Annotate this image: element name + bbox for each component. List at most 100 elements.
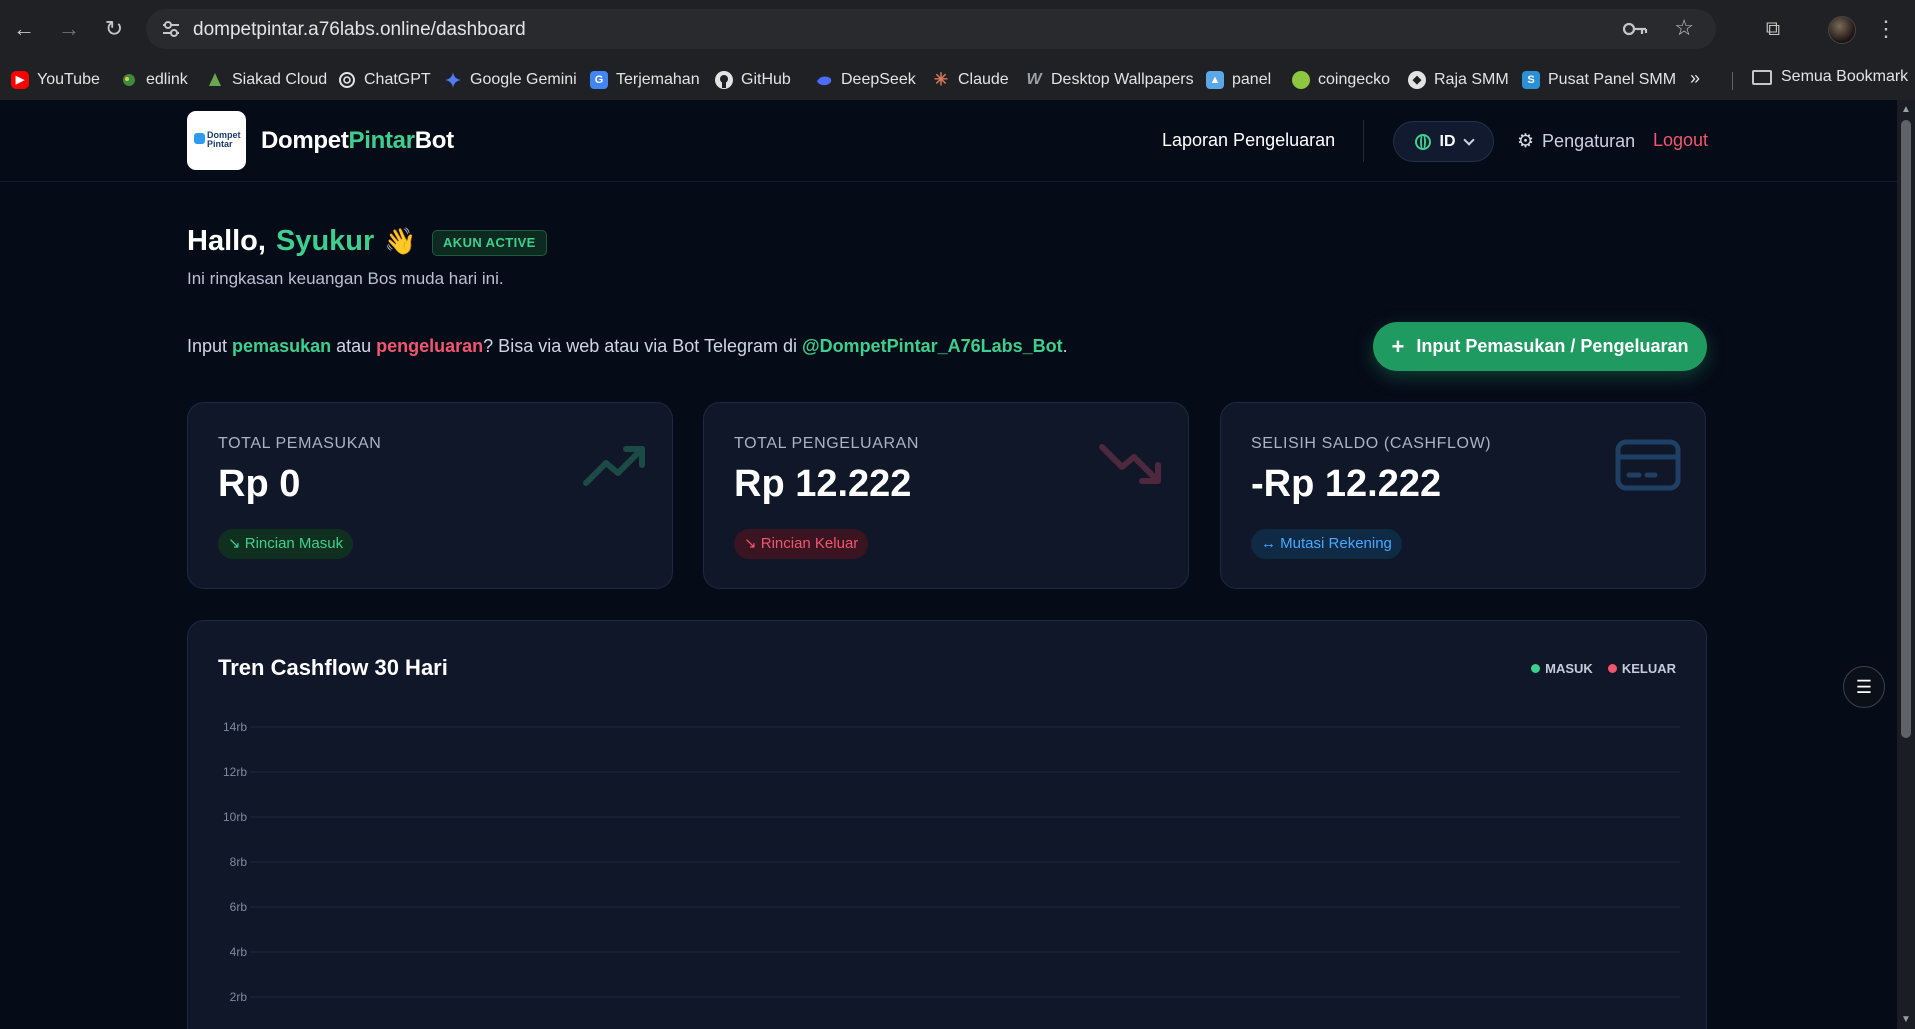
browser-menu-icon[interactable]: ⋮ bbox=[1874, 14, 1898, 44]
brand-part-3: Bot bbox=[414, 127, 454, 154]
legend-label-keluar: KELUAR bbox=[1621, 661, 1676, 676]
y-tick-label: 6rb bbox=[230, 900, 248, 914]
profile-avatar[interactable] bbox=[1828, 16, 1856, 44]
y-tick-label: 2rb bbox=[230, 990, 248, 1004]
rincian-masuk-button[interactable]: ↘ Rincian Masuk bbox=[218, 529, 354, 559]
address-url[interactable]: dompetpintar.a76labs.online/dashboard bbox=[193, 19, 526, 41]
brand-part-1: Dompet bbox=[261, 127, 349, 154]
input-hint-text: Input pemasukan atau pengeluaran? Bisa v… bbox=[187, 336, 1068, 357]
translate-icon: G bbox=[590, 71, 608, 89]
scroll-up-arrow-icon[interactable]: ▲ bbox=[1901, 104, 1911, 115]
bookmark-star-icon[interactable]: ☆ bbox=[1674, 15, 1694, 41]
y-tick-label: 14rb bbox=[223, 720, 247, 734]
input-button-label: Input Pemasukan / Pengeluaran bbox=[1416, 336, 1689, 356]
logo-text: Dompet Pintar bbox=[207, 131, 241, 149]
rincian-keluar-button[interactable]: ↘ Rincian Keluar bbox=[734, 529, 869, 559]
hint-expense: pengeluaran bbox=[376, 336, 484, 356]
mutasi-rekening-button[interactable]: ↔ Mutasi Rekening bbox=[1251, 529, 1402, 559]
credit-card-icon bbox=[1615, 439, 1681, 491]
bookmark-desktop-wallpapers[interactable]: W Desktop Wallpapers bbox=[1025, 68, 1193, 92]
bookmark-label: Google Gemini bbox=[470, 71, 577, 88]
bookmark-youtube[interactable]: ▶ YouTube bbox=[11, 68, 100, 92]
dashboard-page: Dompet Pintar DompetPintarBot Laporan Pe… bbox=[0, 100, 1897, 1029]
gemini-sparkle-icon bbox=[444, 71, 462, 89]
legend-dot-keluar bbox=[1607, 664, 1617, 673]
bookmark-chatgpt[interactable]: ChatGPT bbox=[338, 68, 431, 92]
bookmark-github[interactable]: GitHub bbox=[715, 68, 791, 92]
card-label: TOTAL PEMASUKAN bbox=[218, 435, 382, 452]
bookmark-google-gemini[interactable]: Google Gemini bbox=[444, 68, 577, 92]
language-selector[interactable]: ID bbox=[1393, 121, 1494, 162]
waving-hand-icon: 👋 bbox=[384, 226, 417, 256]
card-selisih-saldo: SELISIH SALDO (CASHFLOW) -Rp 12.222 ↔ Mu… bbox=[1220, 402, 1706, 589]
bookmark-siakad-cloud[interactable]: Siakad Cloud bbox=[206, 68, 327, 92]
telegram-bot-link[interactable]: @DompetPintar_A76Labs_Bot bbox=[802, 336, 1063, 356]
logo-line-2: Pintar bbox=[207, 139, 233, 149]
bookmark-label: YouTube bbox=[37, 71, 100, 88]
card-label: TOTAL PENGELUARAN bbox=[734, 435, 920, 452]
filter-list-icon[interactable]: ☰ bbox=[1843, 666, 1885, 708]
legend-dot-masuk bbox=[1531, 664, 1541, 673]
address-bar[interactable]: dompetpintar.a76labs.online/dashboard ☆ bbox=[146, 9, 1716, 49]
plus-icon: + bbox=[1391, 333, 1405, 359]
greeting-user-name: Syukur bbox=[275, 225, 375, 257]
bookmark-label: Pusat Panel SMM bbox=[1548, 71, 1677, 88]
chart-title: Tren Cashflow 30 Hari bbox=[218, 655, 448, 680]
forward-arrow-icon[interactable]: → bbox=[52, 12, 86, 46]
bookmark-deepseek[interactable]: DeepSeek bbox=[815, 68, 916, 92]
app-logo[interactable]: Dompet Pintar bbox=[187, 111, 246, 170]
panel-icon: ▲ bbox=[1206, 71, 1224, 89]
card-total-pemasukan: TOTAL PEMASUKAN Rp 0 ↘ Rincian Masuk bbox=[187, 402, 673, 589]
y-tick-label: 4rb bbox=[230, 945, 248, 959]
claude-asterisk-icon: ✳ bbox=[933, 70, 949, 89]
bookmark-panel[interactable]: ▲ panel bbox=[1206, 68, 1271, 92]
card-total-pengeluaran: TOTAL PENGELUARAN Rp 12.222 ↘ Rincian Ke… bbox=[703, 402, 1189, 589]
legend-item-masuk[interactable]: MASUK bbox=[1531, 661, 1593, 676]
bookmark-terjemahan[interactable]: G Terjemahan bbox=[590, 68, 700, 92]
cashflow-chart: 14rb 12rb 10rb 8rb 6rb 4rb 2rb bbox=[223, 720, 1680, 1004]
scrollbar-thumb[interactable] bbox=[1901, 120, 1911, 738]
bookmark-raja-smm[interactable]: ◆ Raja SMM bbox=[1408, 68, 1509, 92]
more-bookmarks-icon[interactable]: » bbox=[1690, 68, 1700, 89]
bookmark-label: Terjemahan bbox=[616, 71, 700, 88]
greeting-title: Hallo, Syukur 👋 bbox=[187, 225, 417, 258]
logout-link[interactable]: Logout bbox=[1653, 130, 1708, 151]
gear-icon: ⚙ bbox=[1517, 131, 1535, 152]
bookmark-label: coingecko bbox=[1318, 71, 1391, 88]
card-label: SELISIH SALDO (CASHFLOW) bbox=[1251, 435, 1492, 452]
language-code: ID bbox=[1439, 132, 1456, 150]
page-scrollbar[interactable]: ▲ ▼ bbox=[1897, 100, 1915, 1029]
hint-income: pemasukan bbox=[232, 336, 332, 356]
input-transaction-button[interactable]: + Input Pemasukan / Pengeluaran bbox=[1373, 322, 1707, 371]
bookmark-claude[interactable]: ✳ Claude bbox=[932, 68, 1009, 92]
youtube-icon: ▶ bbox=[11, 71, 29, 89]
trending-up-icon bbox=[583, 446, 645, 486]
bookmark-edlink[interactable]: edlink bbox=[120, 68, 188, 92]
extensions-puzzle-icon[interactable]: ⧉ bbox=[1758, 14, 1788, 44]
bookmark-label: panel bbox=[1232, 71, 1272, 88]
all-bookmarks-folder[interactable]: Semua Bookmark bbox=[1752, 68, 1908, 86]
bookmark-label: edlink bbox=[146, 71, 188, 88]
settings-label: Pengaturan bbox=[1542, 131, 1636, 151]
brand-name[interactable]: DompetPintarBot bbox=[261, 127, 454, 155]
bookmark-coingecko[interactable]: coingecko bbox=[1292, 68, 1390, 92]
reload-icon[interactable]: ↻ bbox=[97, 12, 131, 46]
coingecko-icon bbox=[1292, 71, 1310, 89]
nav-settings[interactable]: ⚙ Pengaturan bbox=[1517, 130, 1635, 153]
nav-laporan-pengeluaran[interactable]: Laporan Pengeluaran bbox=[1162, 130, 1335, 151]
bookmark-label: DeepSeek bbox=[841, 71, 916, 88]
siakad-cloud-icon bbox=[206, 71, 224, 89]
back-arrow-icon[interactable]: ← bbox=[7, 12, 41, 46]
hint-text-1: Input bbox=[187, 336, 233, 356]
scroll-down-arrow-icon[interactable]: ▼ bbox=[1901, 1014, 1911, 1025]
legend-item-keluar[interactable]: KELUAR bbox=[1607, 661, 1676, 676]
password-key-icon[interactable] bbox=[1622, 18, 1648, 40]
hint-text-4: . bbox=[1062, 336, 1068, 356]
account-status-badge: AKUN ACTIVE bbox=[432, 230, 547, 256]
y-tick-label: 12rb bbox=[223, 765, 247, 779]
site-settings-icon[interactable] bbox=[160, 18, 182, 40]
bookmark-pusat-panel-smm[interactable]: S Pusat Panel SMM bbox=[1522, 68, 1676, 92]
logo-mark-icon bbox=[194, 133, 205, 144]
browser-chrome: ← → ↻ dompetpintar.a76labs.online/dashbo… bbox=[0, 0, 1915, 100]
github-icon bbox=[715, 71, 733, 89]
